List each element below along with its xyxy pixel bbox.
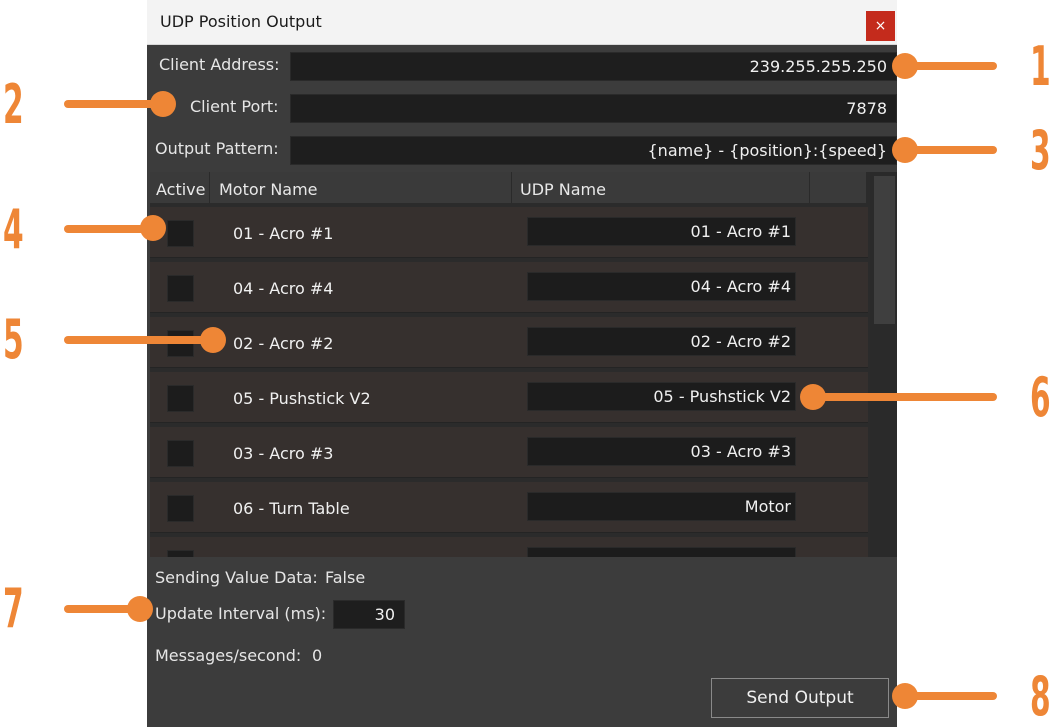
callout-dot-7 — [127, 596, 153, 622]
motor-name: 05 - Pushstick V2 — [233, 389, 371, 408]
udp-output-window: UDP Position Output × Client Address: 23… — [147, 0, 897, 727]
active-checkbox[interactable] — [167, 440, 194, 467]
callout-line-6 — [813, 393, 997, 401]
callout-dot-4 — [140, 215, 166, 241]
callout-dot-6 — [800, 384, 826, 410]
callout-number-3: 3 — [1030, 119, 1051, 182]
callout-number-2: 2 — [3, 73, 24, 136]
table-row: 01 - Acro #1 01 - Acro #1 — [150, 207, 868, 258]
client-address-label: Client Address: — [159, 55, 280, 74]
udp-name-field[interactable]: 03 - Acro #3 — [527, 437, 796, 466]
motor-name: 06 - Turn Table — [233, 499, 350, 518]
grid-header: Active Motor Name UDP Name — [150, 172, 866, 203]
output-pattern-field[interactable]: {name} - {position}:{speed} — [290, 136, 897, 165]
callout-number-7: 7 — [3, 577, 24, 640]
callout-dot-8 — [892, 683, 918, 709]
output-pattern-label: Output Pattern: — [155, 139, 279, 158]
table-row: 04 - Acro #4 04 - Acro #4 — [150, 262, 868, 313]
scrollbar-thumb[interactable] — [874, 176, 895, 324]
close-button[interactable]: × — [866, 11, 895, 41]
callout-number-8: 8 — [1030, 665, 1051, 728]
title-bar: UDP Position Output × — [147, 0, 897, 45]
udp-name-field[interactable]: 01 - Acro #1 — [527, 217, 796, 246]
active-checkbox[interactable] — [167, 275, 194, 302]
motor-name: 01 - Acro #1 — [233, 224, 334, 243]
messages-per-second-label: Messages/second: — [155, 646, 302, 665]
callout-dot-3 — [892, 137, 918, 163]
active-checkbox[interactable] — [167, 385, 194, 412]
callout-dot-2 — [150, 91, 176, 117]
callout-line-8 — [905, 692, 997, 700]
window-title: UDP Position Output — [160, 12, 322, 31]
callout-line-2 — [64, 100, 160, 108]
table-row: 06 - Turn Table Motor — [150, 482, 868, 533]
active-checkbox[interactable] — [167, 550, 194, 557]
table-row-partial — [150, 537, 868, 557]
motor-grid: Active Motor Name UDP Name 01 - Acro #1 … — [150, 172, 897, 557]
udp-name-field[interactable]: 04 - Acro #4 — [527, 272, 796, 301]
update-interval-field[interactable]: 30 — [333, 600, 405, 629]
client-port-label: Client Port: — [190, 97, 279, 116]
active-checkbox[interactable] — [167, 220, 194, 247]
sending-value-label: Sending Value Data: — [155, 568, 318, 587]
client-port-field[interactable]: 7878 — [290, 94, 897, 123]
callout-number-5: 5 — [3, 308, 24, 371]
motor-name: 02 - Acro #2 — [233, 334, 334, 353]
table-row: 05 - Pushstick V2 05 - Pushstick V2 — [150, 372, 868, 423]
callout-line-1 — [905, 62, 997, 70]
callout-line-3 — [905, 146, 997, 154]
callout-dot-5 — [200, 327, 226, 353]
motor-name: 03 - Acro #3 — [233, 444, 334, 463]
udp-name-field[interactable]: 05 - Pushstick V2 — [527, 382, 796, 411]
active-checkbox[interactable] — [167, 495, 194, 522]
callout-number-6: 6 — [1030, 366, 1051, 429]
callout-dot-1 — [892, 53, 918, 79]
messages-per-second-value: 0 — [312, 646, 323, 665]
motor-name: 04 - Acro #4 — [233, 279, 334, 298]
udp-name-field[interactable] — [527, 547, 796, 557]
table-row: 02 - Acro #2 02 - Acro #2 — [150, 317, 868, 368]
send-output-button[interactable]: Send Output — [711, 678, 889, 718]
callout-number-4: 4 — [3, 198, 24, 261]
table-row: 03 - Acro #3 03 - Acro #3 — [150, 427, 868, 478]
client-address-field[interactable]: 239.255.255.250 — [290, 52, 897, 81]
callout-number-1: 1 — [1030, 35, 1051, 98]
grid-scrollbar[interactable] — [870, 172, 897, 557]
header-motor-name[interactable]: Motor Name — [211, 172, 512, 203]
udp-name-field[interactable]: Motor — [527, 492, 796, 521]
update-interval-label: Update Interval (ms): — [155, 604, 327, 623]
header-udp-name[interactable]: UDP Name — [512, 172, 810, 203]
sending-value-status: False — [325, 568, 366, 587]
callout-line-5 — [64, 336, 214, 344]
header-active[interactable]: Active — [150, 172, 210, 203]
udp-name-field[interactable]: 02 - Acro #2 — [527, 327, 796, 356]
